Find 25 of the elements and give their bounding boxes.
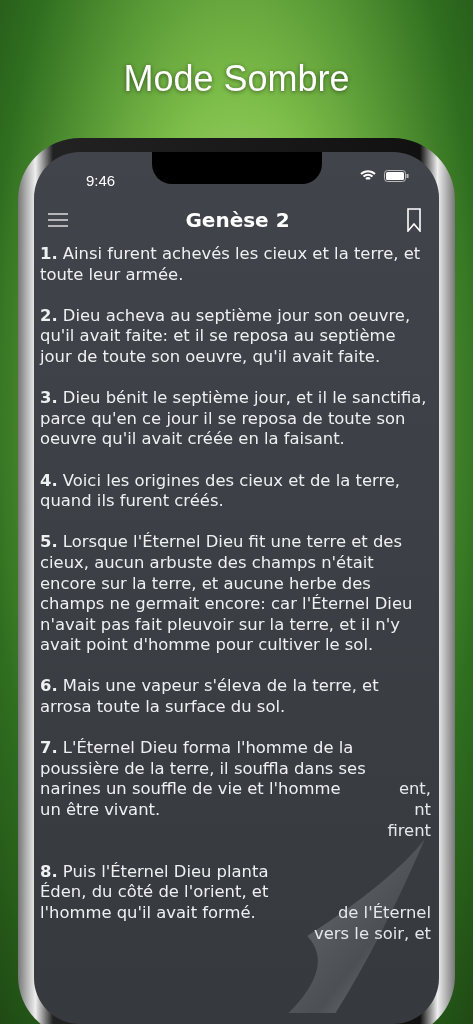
verse-line: l'homme qu'il avait formé. [40,903,256,924]
next-page-text: vers le soir, et [314,923,431,945]
verse-text: 6. Mais une vapeur s'éleva de la terre, et arrosa toute la surface du sol. [40,676,380,718]
chapter-title: Genèse 2 [185,207,290,234]
verse-line: Éden, du côté de l'orient, et [40,882,269,903]
verse-text: 4. Voici les origines des cieux et de la terre, quand ils furent créés. [40,470,402,512]
menu-icon[interactable] [48,213,68,227]
next-page-text: firent [387,820,431,842]
verse-text: 5. Lorsque l'Éternel Dieu fit une terre et des cieux, aucun arbuste des champs n'était encore sur la terre, et aucune herbe des champs ne germait encore: car l'Éternel Dieu n'avait pas fait pleuvoir sur la terre, et il n'y avait point d'homme pour cultiver le sol. [40,532,414,656]
verse-text: 1. Ainsi furent achevés les cieux et la terre, et toute leur armée. [40,244,422,286]
verse-text: 2. Dieu acheva au septième jour son oeuvre, qu'il avait faite: et il se reposa au septième jour de toute son oeuvre, qu'il avait faite. [40,305,412,368]
verse-line: narines un souffle de vie et l'homme [40,779,341,801]
bookmark-icon[interactable] [407,208,421,232]
battery-icon [384,170,409,182]
verse-text: 3. Dieu bénit le septième jour, et il le sanctifia, parce qu'en ce jour il se reposa de toute son oeuvre qu'il avait créée en la faisant. [40,388,428,450]
next-page-text: nt [414,800,431,821]
wifi-icon [360,170,376,182]
verse-line: poussière de la terre, il souffla dans ses [40,758,366,780]
verse-line: un être vivant. [40,800,161,821]
next-page-text: ent, [398,779,431,801]
headline: Mode Sombre [122,57,351,101]
verse-line: 7. L'Éternel Dieu forma l'homme de la [40,738,354,759]
verse-line: 8. Puis l'Éternel Dieu planta [40,861,269,882]
next-page-text: de l'Éternel [337,903,431,924]
status-time: 9:46 [86,171,116,191]
